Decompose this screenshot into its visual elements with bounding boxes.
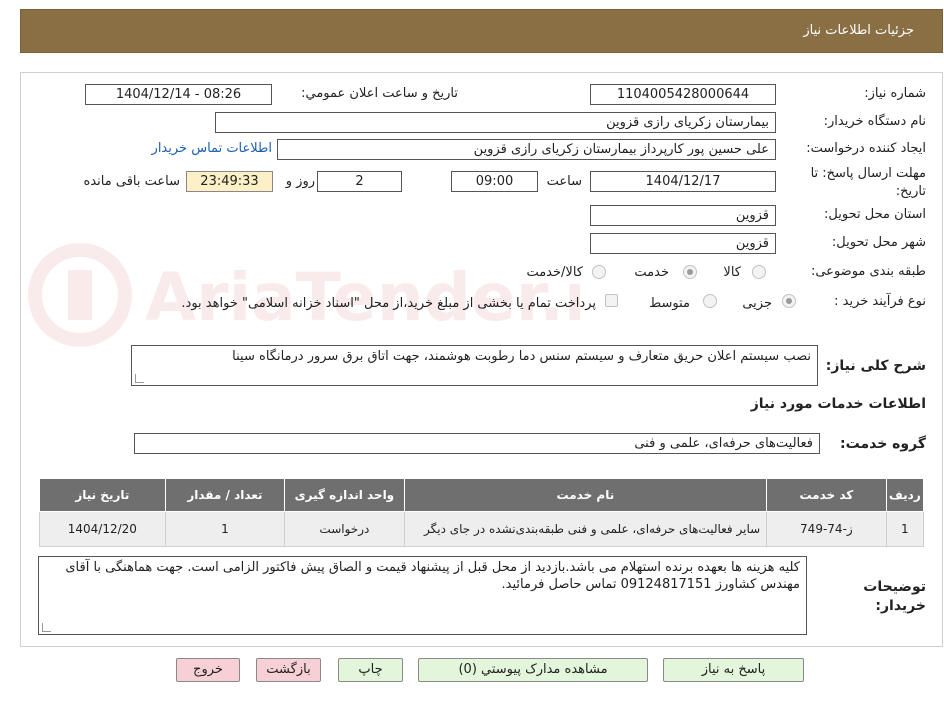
- back-button[interactable]: بازگشت: [256, 658, 321, 682]
- creator-field: علی حسین پور کارپرداز بیمارستان زکریای ر…: [277, 139, 776, 160]
- services-table-header: ردیف کد خدمت نام خدمت واحد اندازه گیری ت…: [39, 478, 925, 512]
- announce-date-label: تاریخ و ساعت اعلان عمومي:: [301, 86, 458, 101]
- cell-quantity: 1: [164, 511, 286, 547]
- category-option-service: خدمت: [634, 265, 669, 280]
- category-label: طبقه بندی موضوعی:: [810, 264, 926, 279]
- buyer-notes-label: توضیحات خریدار:: [863, 579, 926, 614]
- cell-need-date: 1404/12/20: [39, 511, 166, 547]
- col-service-name: نام خدمت: [403, 478, 768, 512]
- process-option-minor: جزیی: [742, 296, 772, 311]
- service-group-label: گروه خدمت:: [840, 436, 926, 452]
- creator-label: ایجاد کننده درخواست:: [806, 141, 926, 156]
- page-header: جزئیات اطلاعات نیاز: [20, 9, 943, 53]
- col-unit: واحد اندازه گیری: [284, 478, 405, 512]
- col-row: ردیف: [885, 478, 925, 512]
- description-textarea[interactable]: نصب سیستم اعلان حریق متعارف و سیستم سنس …: [131, 345, 818, 386]
- remaining-time-label: ساعت باقی مانده: [83, 174, 180, 189]
- buyer-notes-textarea[interactable]: کلیه هزینه ها بعهده برنده استهلام می باش…: [38, 556, 807, 635]
- buyer-org-label: نام دستگاه خریدار:: [823, 114, 926, 129]
- resize-handle[interactable]: [42, 623, 51, 632]
- exit-button[interactable]: خروج: [176, 658, 240, 682]
- col-service-code: کد خدمت: [766, 478, 887, 512]
- category-option-goods-service: کالا/خدمت: [526, 265, 583, 280]
- process-option-medium: متوسط: [649, 296, 690, 311]
- province-label: استان محل تحویل:: [824, 207, 926, 222]
- need-number-label: شماره نیاز:: [864, 86, 926, 101]
- city-field: قزوین: [590, 233, 776, 254]
- services-section-title: اطلاعات خدمات مورد نیاز: [750, 396, 926, 412]
- deadline-date-field: 1404/12/17: [590, 171, 776, 192]
- need-number-field: 1104005428000644: [590, 84, 776, 105]
- remaining-time-field: 23:49:33: [186, 171, 273, 192]
- buyer-org-field: بيمارستان زکریای رازی قزوین: [215, 112, 776, 133]
- cell-service-name: سایر فعالیت‌های حرفه‌ای، علمی و فنی طبقه…: [403, 511, 768, 547]
- category-radio-goods-service[interactable]: [592, 265, 606, 279]
- category-radio-service[interactable]: [683, 265, 697, 279]
- treasury-payment-checkbox[interactable]: [605, 294, 618, 307]
- cell-row: 1: [885, 511, 925, 547]
- service-group-field: فعالیت‌های حرفه‌ای، علمی و فنی: [134, 433, 820, 454]
- services-table: ردیف کد خدمت نام خدمت واحد اندازه گیری ت…: [39, 478, 925, 547]
- category-radio-goods[interactable]: [752, 265, 766, 279]
- days-label: روز و: [285, 174, 315, 189]
- view-attachments-button[interactable]: مشاهده مدارک پیوستي (0): [418, 658, 648, 682]
- col-need-date: تاریخ نیاز: [39, 478, 166, 512]
- reply-button[interactable]: پاسخ به نیاز: [663, 658, 804, 682]
- description-label: شرح کلی نیاز:: [825, 358, 926, 374]
- page-title: جزئیات اطلاعات نیاز: [803, 23, 914, 38]
- buyer-contact-link[interactable]: اطلاعات تماس خریدار: [152, 141, 272, 156]
- deadline-label: مهلت ارسال پاسخ: تا تاریخ:: [810, 166, 926, 199]
- announce-date-field: 1404/12/14 - 08:26: [85, 84, 272, 105]
- description-text: نصب سیستم اعلان حریق متعارف و سیستم سنس …: [232, 349, 811, 364]
- remaining-days-field: 2: [317, 171, 402, 192]
- col-quantity: تعداد / مقدار: [164, 478, 286, 512]
- deadline-time-label: ساعت: [546, 174, 582, 189]
- cell-unit: درخواست: [284, 511, 405, 547]
- cell-service-code: ز-74-749: [766, 511, 887, 547]
- process-radio-minor[interactable]: [782, 294, 796, 308]
- process-radio-medium[interactable]: [703, 294, 717, 308]
- resize-handle[interactable]: [135, 374, 144, 383]
- province-field: قزوین: [590, 205, 776, 226]
- deadline-time-field: 09:00: [451, 171, 538, 192]
- category-option-goods: کالا: [723, 265, 741, 280]
- buyer-notes-text: کلیه هزینه ها بعهده برنده استهلام می باش…: [65, 560, 800, 592]
- city-label: شهر محل تحویل:: [831, 235, 926, 250]
- print-button[interactable]: چاپ: [338, 658, 403, 682]
- table-row: 1 ز-74-749 سایر فعالیت‌های حرفه‌ای، علمی…: [39, 511, 925, 547]
- treasury-payment-note: پرداخت تمام یا بخشی از مبلغ خرید،از محل …: [181, 296, 596, 311]
- process-type-label: نوع فرآیند خرید :: [834, 294, 926, 309]
